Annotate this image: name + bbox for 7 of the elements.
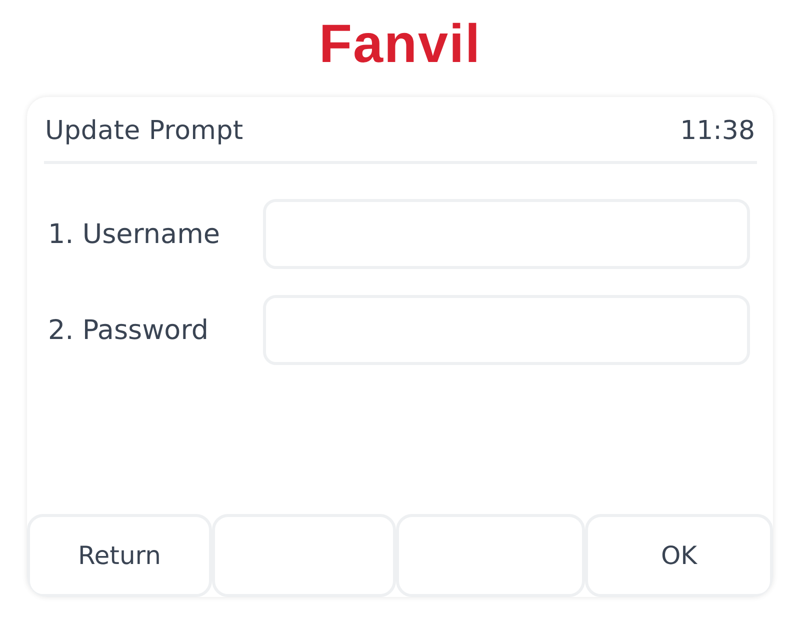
brand-logo: Fanvil (318, 16, 482, 70)
field-label: 2. Password (48, 314, 210, 346)
clock-time: 11:38 (680, 116, 755, 146)
field-label: 1. Username (48, 218, 221, 250)
softkey-button[interactable]: Return (27, 514, 212, 597)
dialog-title: Update Prompt (45, 116, 244, 146)
softkey-button[interactable]: OK (585, 514, 773, 597)
